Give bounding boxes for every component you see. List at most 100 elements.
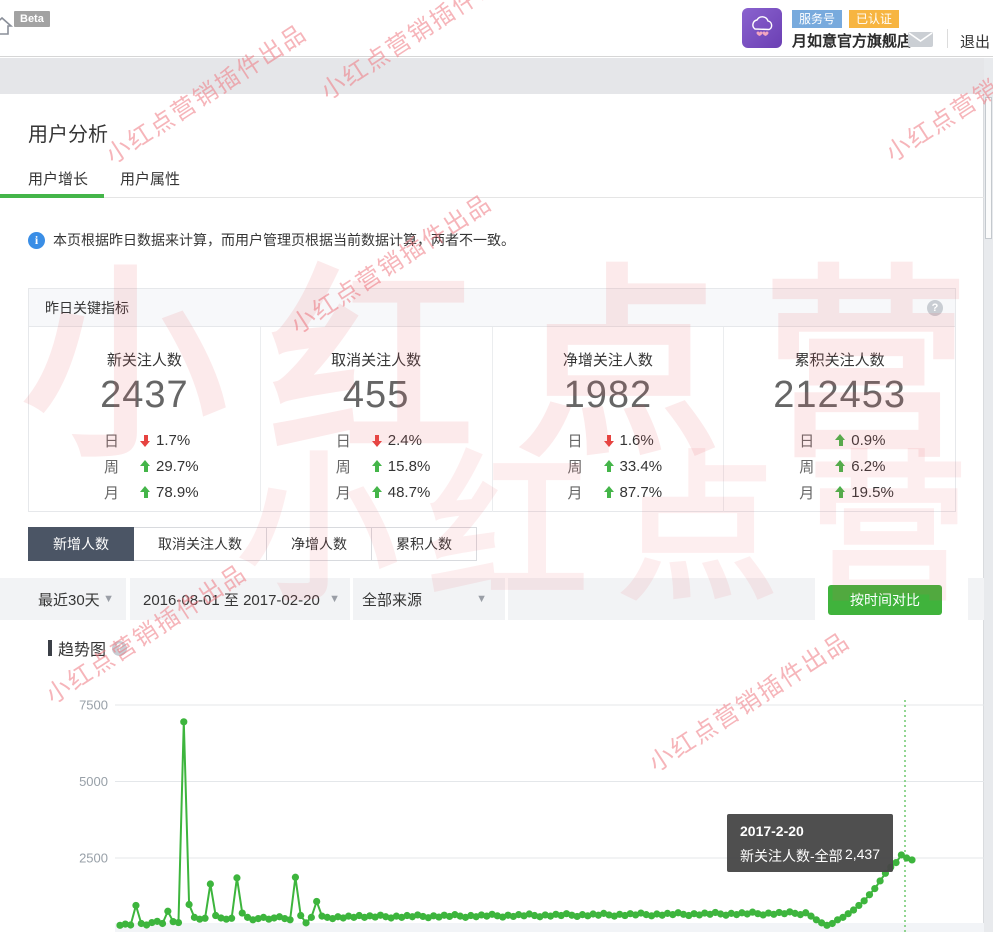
scrollbar-thumb[interactable] [985, 97, 992, 239]
service-account-badge: 服务号 [792, 10, 842, 28]
chart-tab-net[interactable]: 净增人数 [267, 527, 372, 561]
active-tab-underline [0, 194, 104, 198]
metric-card-net-followers: 净增关注人数 1982 日 1.6% 周 33.4% 月 87.7% [492, 327, 724, 512]
period-label: 日 [799, 430, 835, 451]
tab-user-attributes[interactable]: 用户属性 [120, 168, 180, 189]
period-label: 日 [104, 430, 140, 451]
trend-arrow-icon [372, 486, 383, 499]
trend-help-icon[interactable]: ? [112, 641, 127, 656]
help-icon[interactable]: ? [927, 300, 943, 316]
metric-label: 新关注人数 [29, 349, 260, 370]
percent-value: 33.4% [620, 458, 663, 475]
percent-value: 87.7% [620, 484, 663, 501]
chart-metric-tabs: 新增人数 取消关注人数 净增人数 累积人数 [28, 527, 477, 561]
percent-value: 2.4% [388, 432, 422, 449]
moon-cloud-logo [747, 13, 777, 43]
tooltip-date: 2017-2-20 [740, 823, 880, 839]
metric-card-new-followers: 新关注人数 2437 日1.7% 周29.7% 月78.9% [29, 327, 260, 512]
period-label: 周 [104, 456, 140, 477]
page-tabs: 用户增长 用户属性 [0, 166, 984, 198]
filter-bar-spacer-right [968, 578, 984, 620]
period-label: 月 [336, 482, 372, 503]
filter-bar: 最近30天 ▼ 2016-08-01 至 2017-02-20 ▼ 全部来源 ▼… [0, 578, 984, 620]
chevron-down-icon: ▼ [329, 593, 340, 605]
home-icon[interactable] [0, 14, 14, 38]
percent-value: 6.2% [851, 458, 885, 475]
percent-value: 1.7% [156, 432, 190, 449]
source-dropdown-value: 全部来源 [362, 589, 422, 610]
tooltip-series-label: 新关注人数-全部 [740, 846, 843, 866]
metrics-panel-title: 昨日关键指标 [45, 298, 129, 318]
page-title: 用户分析 [28, 118, 108, 147]
date-range-value: 2016-08-01 至 2017-02-20 [143, 589, 320, 610]
metric-value: 212453 [724, 374, 955, 417]
percent-value: 0.9% [851, 432, 885, 449]
yesterday-metrics-panel: 昨日关键指标 ? 新关注人数 2437 日1.7% 周29.7% 月78.9% … [28, 288, 956, 512]
metric-card-unfollowers: 取消关注人数 455 日2.4% 周15.8% 月48.7% [260, 327, 492, 512]
trend-arrow-icon [604, 460, 615, 473]
period-label: 周 [568, 456, 604, 477]
period-label: 日 [568, 430, 604, 451]
percent-value: 78.9% [156, 484, 199, 501]
metric-label: 净增关注人数 [493, 349, 724, 370]
main-content: 用户分析 用户增长 用户属性 i 本页根据昨日数据来计算，而用户管理页根据当前数… [0, 94, 984, 932]
metric-label: 累积关注人数 [724, 349, 955, 370]
metric-label: 取消关注人数 [261, 349, 492, 370]
trend-arrow-icon [140, 434, 151, 447]
period-label: 周 [799, 456, 835, 477]
notice-text: 本页根据昨日数据来计算，而用户管理页根据当前数据计算，两者不一致。 [53, 230, 515, 250]
range-dropdown[interactable]: 最近30天 ▼ [0, 578, 126, 620]
gray-band [0, 58, 993, 94]
chart-tab-total[interactable]: 累积人数 [372, 527, 477, 561]
logout-button[interactable]: 退出 [960, 31, 990, 52]
period-label: 月 [568, 482, 604, 503]
svg-text:7500: 7500 [79, 698, 108, 713]
trend-arrow-icon [604, 434, 615, 447]
mail-icon[interactable] [908, 32, 933, 47]
date-range-dropdown[interactable]: 2016-08-01 至 2017-02-20 ▼ [130, 578, 350, 620]
chevron-down-icon: ▼ [476, 593, 487, 605]
chart-tab-unfollow[interactable]: 取消关注人数 [134, 527, 267, 561]
svg-text:5000: 5000 [79, 774, 108, 789]
chevron-down-icon: ▼ [103, 593, 114, 605]
screen: Beta 服务号 已认证 月如意官方旗舰店 退出 用户分析 用户增长 用户属性 [0, 0, 993, 932]
account-name: 月如意官方旗舰店 [792, 30, 912, 51]
info-icon: i [28, 232, 45, 249]
trend-arrow-icon [604, 486, 615, 499]
trend-arrow-icon [835, 486, 846, 499]
trend-arrow-icon [140, 486, 151, 499]
trend-arrow-icon [372, 460, 383, 473]
trend-arrow-icon [372, 434, 383, 447]
trend-arrow-icon [140, 460, 151, 473]
trend-title: 趋势图 [58, 636, 106, 660]
trend-chart[interactable]: 250050007500 [0, 660, 984, 932]
metric-value: 455 [261, 374, 492, 417]
filter-bar-spacer [508, 578, 815, 620]
metric-value: 1982 [493, 374, 724, 417]
scrollbar-track[interactable] [984, 58, 993, 932]
beta-badge: Beta [14, 11, 50, 27]
tab-user-growth[interactable]: 用户增长 [28, 168, 88, 189]
trend-arrow-icon [835, 460, 846, 473]
percent-value: 15.8% [388, 458, 431, 475]
source-dropdown[interactable]: 全部来源 ▼ [353, 578, 505, 620]
account-avatar[interactable] [742, 8, 782, 48]
percent-value: 1.6% [620, 432, 654, 449]
period-label: 周 [336, 456, 372, 477]
tooltip-value: 2,437 [845, 846, 880, 866]
trend-chart-svg[interactable]: 250050007500 [0, 660, 984, 932]
period-label: 日 [336, 430, 372, 451]
period-label: 月 [104, 482, 140, 503]
compare-by-time-button[interactable]: 按时间对比 [828, 585, 942, 615]
notice-bar: i 本页根据昨日数据来计算，而用户管理页根据当前数据计算，两者不一致。 [28, 230, 515, 250]
trend-section-header: 趋势图 ? [48, 636, 127, 660]
verified-badge: 已认证 [849, 10, 899, 28]
chart-tooltip: 2017-2-20 新关注人数-全部 2,437 [727, 814, 893, 872]
top-header: Beta 服务号 已认证 月如意官方旗舰店 退出 [0, 0, 993, 57]
period-label: 月 [799, 482, 835, 503]
header-divider [947, 29, 948, 48]
range-dropdown-value: 最近30天 [38, 589, 100, 610]
chart-tab-new[interactable]: 新增人数 [28, 527, 134, 561]
metric-card-total-followers: 累积关注人数 212453 日0.9% 周6.2% 月19.5% [723, 327, 955, 512]
percent-value: 29.7% [156, 458, 199, 475]
